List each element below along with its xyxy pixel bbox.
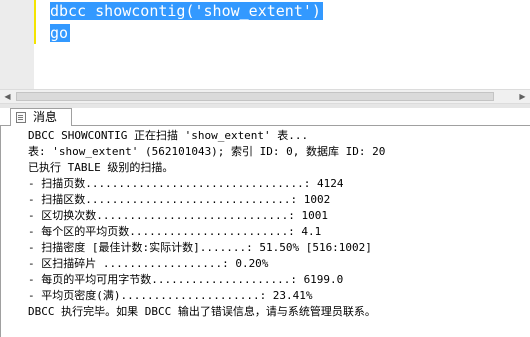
editor-horizontal-scrollbar[interactable]: ◀ ▶ — [0, 89, 530, 104]
tab-messages-label: 消息 — [33, 110, 58, 124]
messages-pane[interactable]: DBCC SHOWCONTIG 正在扫描 'show_extent' 表... … — [0, 126, 530, 337]
message-line: - 区切换次数.............................: 10… — [28, 209, 329, 222]
code-line-2[interactable]: go — [50, 23, 71, 43]
editor-gutter — [0, 0, 34, 89]
message-line: - 区扫描碎片 ..................: 0.20% — [28, 257, 269, 270]
query-editor[interactable]: dbcc showcontig('show_extent') go — [0, 0, 530, 89]
message-line: - 扫描密度 [最佳计数:实际计数].......: 51.50% [516:1… — [28, 241, 372, 254]
message-line: 已执行 TABLE 级别的扫描。 — [28, 161, 174, 174]
scroll-left-arrow-icon[interactable]: ◀ — [0, 90, 15, 103]
results-tabstrip: 消息 — [0, 108, 530, 126]
messages-page-icon — [16, 112, 26, 123]
tab-messages[interactable]: 消息 — [10, 108, 72, 126]
message-line: - 扫描区数...............................: 1… — [28, 193, 331, 206]
change-tracking-bar — [34, 0, 36, 44]
code-line-1[interactable]: dbcc showcontig('show_extent') — [50, 1, 323, 21]
message-line: DBCC 执行完毕。如果 DBCC 输出了错误信息，请与系统管理员联系。 — [28, 305, 376, 318]
scrollbar-thumb[interactable] — [16, 92, 494, 101]
message-line: 表: 'show_extent' (562101043); 索引 ID: 0, … — [28, 145, 386, 158]
code-line-1-text: dbcc showcontig('show_extent') — [50, 2, 323, 20]
message-line: - 平均页密度(满).....................: 23.41% — [28, 289, 313, 302]
message-line: - 扫描页数.................................:… — [28, 177, 344, 190]
message-line: - 每个区的平均页数........................: 4.1 — [28, 225, 322, 238]
scroll-right-arrow-icon[interactable]: ▶ — [515, 90, 530, 103]
message-line: - 每页的平均可用字节数.....................: 6199.… — [28, 273, 344, 286]
code-line-2-text: go — [50, 24, 71, 42]
message-line: DBCC SHOWCONTIG 正在扫描 'show_extent' 表... — [28, 129, 309, 142]
